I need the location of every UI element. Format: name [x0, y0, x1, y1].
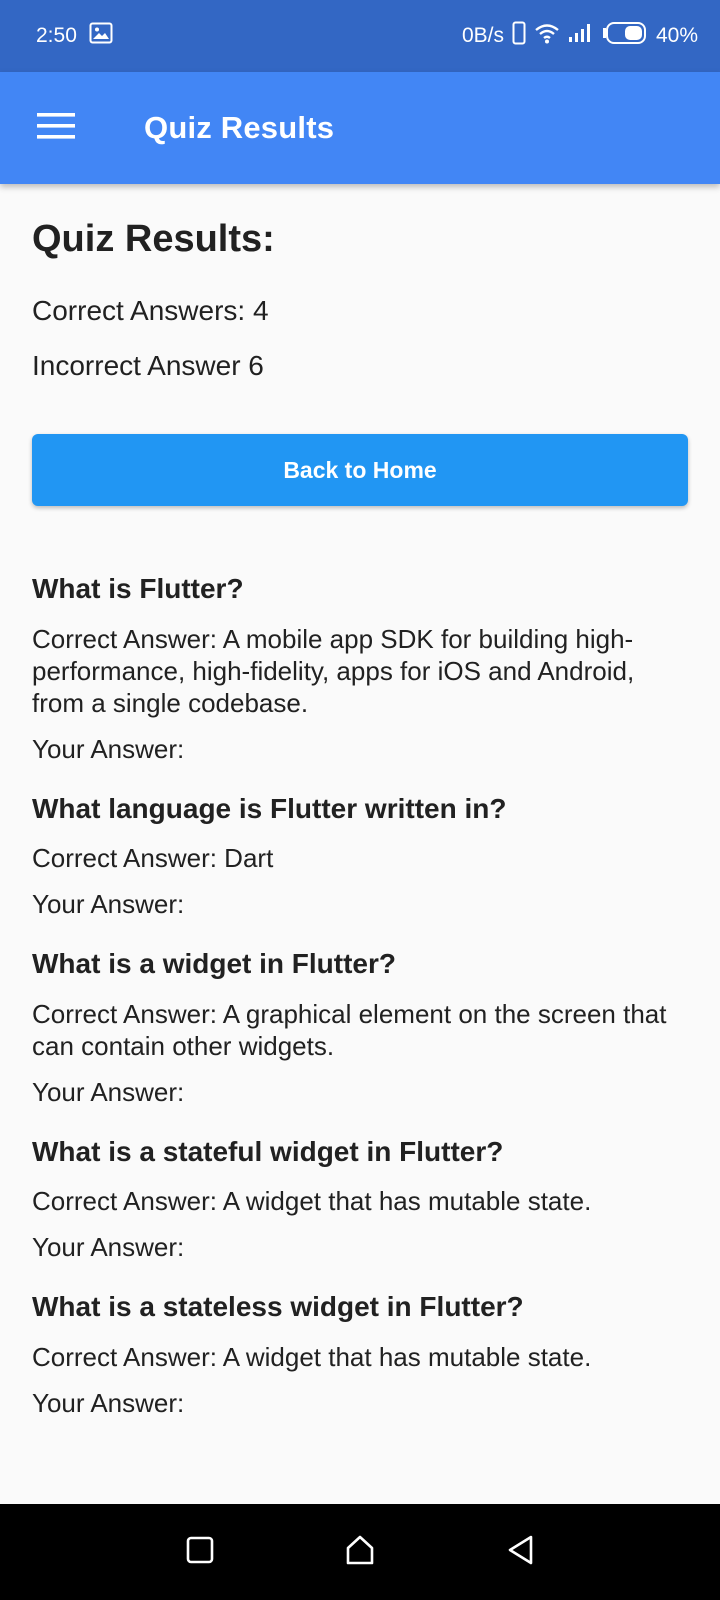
results-list: What is Flutter? Correct Answer: A mobil…: [32, 572, 688, 1420]
status-bar-left: 2:50: [36, 22, 113, 50]
correct-answer: Correct Answer: A widget that has mutabl…: [32, 1186, 592, 1217]
your-answer: Your Answer:: [32, 889, 185, 920]
result-item: What is a stateless widget in Flutter? C…: [32, 1290, 688, 1420]
question-text: What is Flutter?: [32, 573, 244, 605]
app-bar: Quiz Results: [0, 72, 720, 184]
battery-icon: [602, 21, 648, 51]
menu-button[interactable]: [28, 100, 84, 156]
battery-percent: 40%: [655, 24, 698, 47]
signal-icon: [568, 23, 594, 49]
status-bar: 2:50 0B/s 40%: [0, 0, 720, 72]
your-answer: Your Answer:: [32, 733, 185, 764]
your-answer: Your Answer:: [32, 1076, 185, 1107]
home-button[interactable]: [330, 1522, 390, 1582]
back-button[interactable]: [490, 1522, 550, 1582]
home-icon: [344, 1534, 376, 1571]
phone-icon: [512, 21, 526, 51]
main-content[interactable]: Quiz Results: Correct Answers: 4 Incorre…: [0, 184, 720, 1504]
correct-answer: Correct Answer: A mobile app SDK for bui…: [32, 623, 635, 718]
recents-square-icon: [186, 1536, 214, 1569]
back-triangle-icon: [506, 1534, 534, 1571]
wifi-icon: [534, 22, 560, 50]
app-title: Quiz Results: [144, 110, 335, 145]
result-item: What language is Flutter written in? Cor…: [32, 792, 688, 922]
result-item: What is Flutter? Correct Answer: A mobil…: [32, 572, 688, 765]
question-text: What is a stateful widget in Flutter?: [32, 1135, 504, 1167]
network-speed: 0B/s: [461, 24, 504, 47]
navigation-bar: [0, 1504, 720, 1600]
question-text: What is a widget in Flutter?: [32, 948, 396, 980]
correct-answer: Correct Answer: A graphical element on t…: [32, 998, 667, 1061]
correct-answer: Correct Answer: Dart: [32, 843, 274, 874]
correct-answer: Correct Answer: A widget that has mutabl…: [32, 1341, 592, 1372]
status-time: 2:50: [36, 24, 77, 47]
status-bar-right: 0B/s 40%: [462, 21, 698, 51]
back-to-home-button[interactable]: Back to Home: [32, 434, 688, 507]
recents-button[interactable]: [170, 1522, 230, 1582]
correct-count: Correct Answers: 4: [32, 295, 269, 326]
page-title: Quiz Results:: [32, 218, 275, 260]
your-answer: Your Answer:: [32, 1387, 185, 1418]
result-item: What is a widget in Flutter? Correct Ans…: [32, 947, 688, 1109]
your-answer: Your Answer:: [32, 1232, 185, 1263]
question-text: What is a stateless widget in Flutter?: [32, 1291, 524, 1323]
incorrect-count: Incorrect Answer 6: [32, 349, 264, 381]
question-text: What language is Flutter written in?: [32, 792, 507, 824]
result-item: What is a stateful widget in Flutter? Co…: [32, 1135, 688, 1265]
image-icon: [89, 22, 113, 50]
hamburger-menu-icon: [37, 112, 75, 144]
